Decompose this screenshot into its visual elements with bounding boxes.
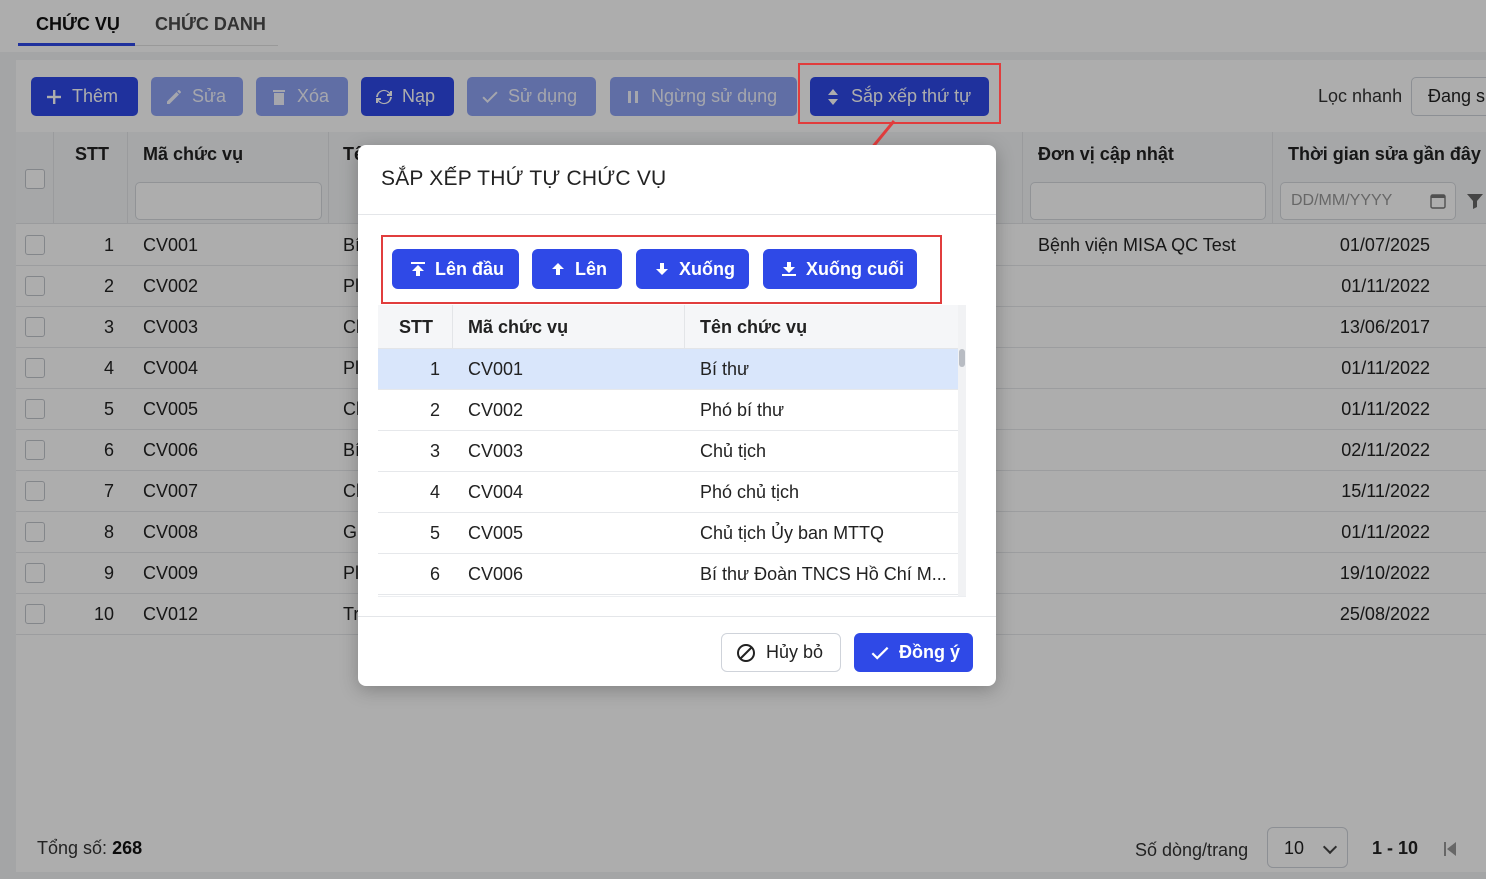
sort-grid: STT Mã chức vụ Tên chức vụ 1 CV001 Bí thư 2… [378, 305, 966, 597]
sort-row[interactable]: 2 CV002 Phó bí thư [378, 390, 958, 431]
move-down-button[interactable]: Xuống [636, 249, 749, 289]
dialog-footer-divider [358, 616, 996, 617]
column-divider [452, 305, 453, 349]
sort-col-name: Tên chức vụ [700, 317, 808, 337]
sort-row[interactable]: 4 CV004 Phó chủ tịch [378, 472, 958, 513]
sort-row-name: Bí thư Đoàn TNCS Hồ Chí M... [700, 564, 947, 584]
sort-row-code: CV003 [468, 441, 524, 461]
sort-row-name: Bí thư [700, 359, 750, 379]
sort-row-stt: 5 [429, 523, 440, 543]
check-icon [871, 646, 889, 660]
move-up-button[interactable]: Lên [532, 249, 622, 289]
sort-row-name: Chủ tịch [700, 441, 767, 461]
sort-row[interactable]: 5 CV005 Chủ tịch Ủy ban MTTQ [378, 513, 958, 554]
sort-grid-scrollbar[interactable] [958, 305, 966, 596]
move-to-top-button[interactable]: Lên đầu [392, 249, 519, 289]
sort-row-stt: 4 [429, 482, 440, 502]
sort-row-name: Chủ tịch Ủy ban MTTQ [700, 523, 885, 543]
dialog-header-divider [358, 214, 996, 215]
cancel-button-label: Hủy bỏ [766, 642, 824, 662]
sort-row-code: CV006 [468, 564, 524, 584]
move-to-bottom-button[interactable]: Xuống cuối [763, 249, 917, 289]
sort-button-highlight [798, 63, 1001, 124]
sort-col-code: Mã chức vụ [468, 317, 569, 337]
dialog-title: SẮP XẾP THỨ TỰ CHỨC VỤ [381, 167, 667, 190]
scrollbar-thumb[interactable] [959, 349, 965, 367]
sort-row-selected[interactable]: 1 CV001 Bí thư [378, 349, 958, 390]
move-up-label: Lên [575, 258, 608, 279]
sort-row-code: CV005 [468, 523, 524, 543]
sort-row-code: CV004 [468, 482, 524, 502]
sort-row-stt: 6 [429, 564, 440, 584]
sort-row-stt: 2 [429, 400, 440, 420]
cancel-button[interactable]: Hủy bỏ [721, 633, 841, 672]
confirm-button[interactable]: Đồng ý [854, 633, 973, 672]
sort-row[interactable]: 6 CV006 Bí thư Đoàn TNCS Hồ Chí M... [378, 554, 958, 595]
sort-grid-header: STT Mã chức vụ Tên chức vụ [378, 305, 958, 349]
sort-row-code: CV002 [468, 400, 524, 420]
cancel-circle-icon [737, 643, 755, 662]
sort-row-name: Phó chủ tịch [700, 482, 800, 502]
sort-row-stt: 1 [429, 359, 440, 379]
arrow-to-bottom-icon [782, 262, 796, 276]
move-to-top-label: Lên đầu [435, 258, 505, 279]
sort-col-stt: STT [399, 317, 433, 337]
sort-row-stt: 3 [429, 441, 440, 461]
arrow-down-icon [656, 263, 668, 275]
sort-row-name: Phó bí thư [700, 400, 785, 420]
sort-order-dialog: SẮP XẾP THỨ TỰ CHỨC VỤ Lên đầu Lên Xuống… [358, 145, 996, 686]
arrow-up-icon [552, 263, 564, 275]
arrow-to-top-icon [411, 262, 425, 276]
column-divider [684, 305, 685, 349]
sort-row[interactable]: 3 CV003 Chủ tịch [378, 431, 958, 472]
confirm-button-label: Đồng ý [899, 642, 960, 662]
move-down-label: Xuống [679, 258, 735, 279]
sort-row-code: CV001 [468, 359, 524, 379]
move-to-bottom-label: Xuống cuối [806, 258, 904, 279]
